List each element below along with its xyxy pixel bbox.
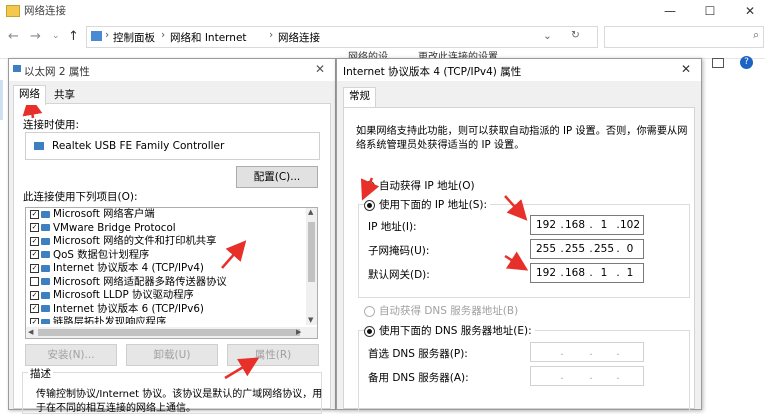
tab-network[interactable]: 网络 (13, 85, 46, 105)
arrow-gateway (504, 251, 529, 271)
annotation-arrows (22, 95, 529, 380)
tab-general[interactable]: 常规 (343, 87, 376, 107)
arrow-properties-button (224, 357, 260, 380)
arrow-ip-address (504, 195, 528, 221)
description-text-2: 于在不同的相互连接的网络上通信。 (36, 403, 196, 414)
arrow-ipv4-item (221, 240, 247, 269)
arrow-manual-ip (360, 177, 380, 201)
